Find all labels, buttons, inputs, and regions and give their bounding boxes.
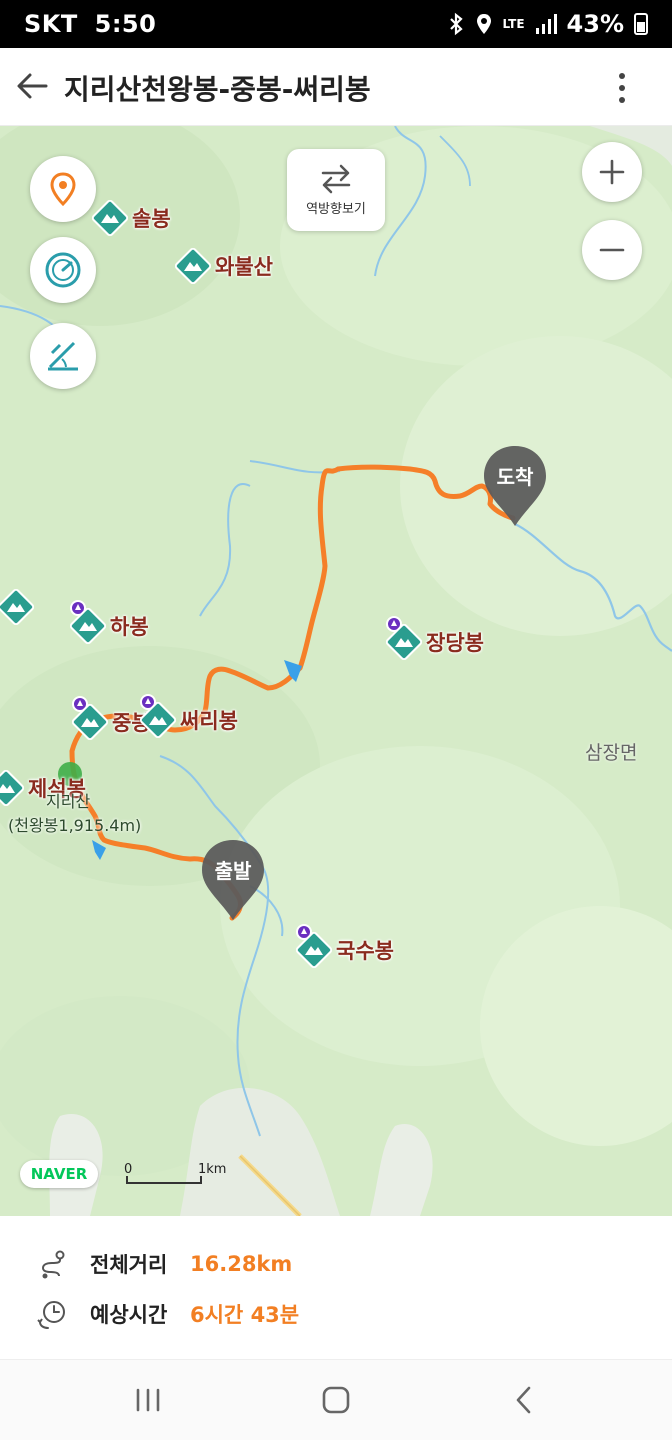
minus-icon	[599, 248, 625, 252]
peak-name: 국수봉	[336, 939, 394, 963]
network-type: LTE	[502, 17, 525, 31]
back-arrow-icon	[17, 73, 48, 99]
home-button[interactable]	[306, 1378, 366, 1422]
peak-marker[interactable]: 와불산	[175, 246, 273, 286]
location-pin-icon	[50, 172, 76, 206]
time-row: 예상시간 6시간 43분	[36, 1294, 299, 1334]
system-back-button[interactable]	[494, 1378, 554, 1422]
status-bar: SKT 5:50 LTE 43%	[0, 0, 672, 48]
peak-name: 솔봉	[132, 207, 171, 231]
speedometer-button[interactable]	[30, 237, 96, 303]
peak-name: 하봉	[110, 615, 149, 639]
peak-marker[interactable]: 장당봉	[386, 616, 484, 662]
more-dot-icon	[619, 73, 625, 79]
battery-icon	[634, 13, 648, 35]
battery-percent: 43%	[566, 10, 624, 38]
more-dot-icon	[619, 97, 625, 103]
map-view[interactable]: 역방향보기 솔봉 와불산 하봉 장당봉 중봉 써리봉 제석봉 국수봉 지리산 (…	[0, 126, 672, 1216]
clock-icon	[37, 1301, 65, 1329]
signal-icon	[535, 14, 557, 34]
route-summary: 전체거리 16.28km 예상시간 6시간 43분	[0, 1216, 672, 1360]
back-button[interactable]	[10, 60, 54, 112]
plus-icon	[599, 159, 625, 185]
app-header: 지리산천왕봉-중봉-써리봉	[0, 48, 672, 126]
mountain-icon	[72, 704, 108, 740]
mountain-icon	[0, 589, 34, 625]
mountain-icon	[70, 608, 106, 644]
elevation-button[interactable]	[30, 323, 96, 389]
more-options-button[interactable]	[600, 66, 644, 110]
recent-apps-icon	[136, 1388, 160, 1412]
start-pin-label: 출발	[214, 859, 252, 883]
scale-end-label: 1km	[198, 1162, 227, 1177]
clock: 5:50	[94, 10, 157, 38]
status-icons: LTE 43%	[447, 10, 648, 38]
zoom-in-button[interactable]	[582, 142, 642, 202]
map-scale: 0 1km	[124, 1162, 234, 1188]
peak-marker[interactable]: 중봉	[72, 696, 151, 742]
mountain-icon	[0, 770, 24, 806]
reverse-direction-label: 역방향보기	[306, 201, 366, 217]
naver-logo: NAVER	[20, 1160, 98, 1188]
peak-name: 장당봉	[426, 631, 484, 655]
time-value: 6시간 43분	[190, 1303, 300, 1327]
recent-apps-button[interactable]	[118, 1378, 178, 1422]
peak-marker[interactable]: 써리봉	[140, 694, 238, 740]
speedometer-icon	[45, 252, 81, 288]
carrier-label: SKT	[24, 10, 78, 38]
status-carrier-time: SKT 5:50	[24, 10, 156, 38]
bluetooth-icon	[449, 12, 463, 36]
zoom-out-button[interactable]	[582, 220, 642, 280]
peak-name: 와불산	[215, 255, 273, 279]
home-icon	[322, 1386, 350, 1414]
jirisan-label: 지리산	[46, 792, 91, 811]
region-label: 삼장면	[585, 742, 638, 764]
route-distance-icon	[41, 1250, 65, 1279]
distance-label: 전체거리	[90, 1253, 168, 1277]
scale-bar	[126, 1176, 202, 1184]
mountain-icon	[140, 702, 176, 738]
chevron-left-icon	[516, 1386, 531, 1414]
mountain-icon	[92, 200, 128, 236]
jirisan-elevation-label: (천왕봉1,915.4m)	[8, 816, 142, 835]
mountain-icon	[296, 932, 332, 968]
peak-marker[interactable]	[0, 587, 34, 627]
page-title: 지리산천왕봉-중봉-써리봉	[64, 73, 371, 106]
peak-marker[interactable]: 솔봉	[92, 198, 171, 238]
mountain-icon	[175, 248, 211, 284]
peak-marker[interactable]: 하봉	[70, 600, 149, 646]
start-pin[interactable]: 출발	[200, 838, 266, 922]
reverse-direction-button[interactable]: 역방향보기	[287, 149, 385, 231]
time-label: 예상시간	[90, 1303, 168, 1327]
peak-name: 써리봉	[180, 709, 238, 733]
end-pin-label: 도착	[496, 465, 534, 489]
more-dot-icon	[619, 85, 625, 91]
peak-marker[interactable]: 국수봉	[296, 924, 394, 970]
distance-value: 16.28km	[190, 1252, 293, 1276]
scale-start-label: 0	[124, 1162, 133, 1177]
mountain-icon	[386, 624, 422, 660]
location-icon	[476, 14, 491, 34]
swap-arrows-icon	[321, 164, 351, 193]
my-location-button[interactable]	[30, 156, 96, 222]
distance-row: 전체거리 16.28km	[36, 1244, 292, 1284]
system-nav-bar	[0, 1360, 672, 1440]
map-terrain	[0, 126, 672, 1216]
slope-icon	[48, 341, 78, 371]
end-pin[interactable]: 도착	[482, 444, 548, 528]
